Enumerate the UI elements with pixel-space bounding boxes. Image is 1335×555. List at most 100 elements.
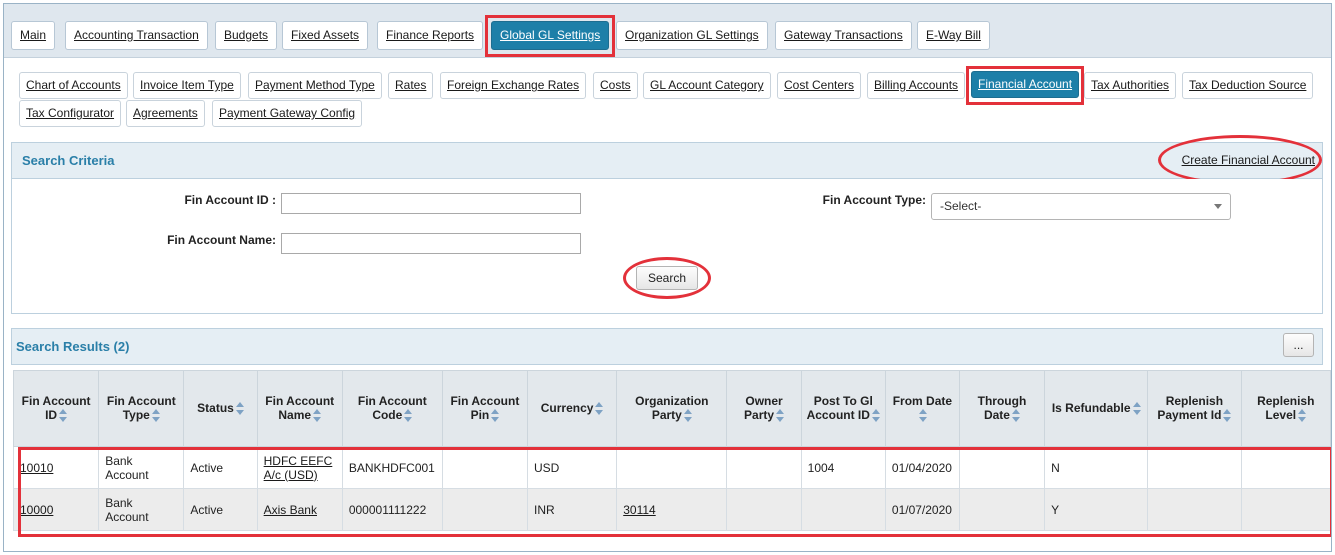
cell-currency: INR — [526, 488, 618, 531]
col-header-from-date[interactable]: From Date — [884, 370, 960, 447]
tab-main[interactable]: Main — [11, 21, 56, 50]
tab-finance-reports[interactable]: Finance Reports — [377, 21, 484, 50]
cell-fin-account-name[interactable]: Axis Bank — [256, 488, 343, 531]
search-results-title: Search Results (2) — [16, 339, 130, 354]
sort-icon[interactable] — [404, 408, 413, 423]
sort-icon[interactable] — [595, 401, 604, 416]
cell-is-refundable: N — [1044, 446, 1149, 489]
subtab-costs[interactable]: Costs — [593, 72, 638, 99]
tab-budgets[interactable]: Budgets — [215, 21, 278, 50]
sort-icon[interactable] — [151, 408, 160, 423]
cell-organization-party[interactable]: 30114 — [616, 488, 728, 531]
col-header-through-date[interactable]: Through Date — [958, 370, 1046, 447]
table-row: 10010 Bank Account Active HDFC EEFC A/c … — [12, 446, 1331, 489]
fin-account-name-input[interactable] — [281, 233, 581, 254]
sort-icon[interactable] — [1298, 408, 1307, 423]
cell-fin-account-id[interactable]: 10000 — [12, 488, 100, 531]
create-financial-account-link[interactable]: Create Financial Account — [1182, 153, 1315, 167]
app-frame: Main Accounting Transaction Budgets Fixe… — [3, 3, 1332, 552]
sort-icon[interactable] — [235, 401, 244, 416]
col-header-currency[interactable]: Currency — [526, 370, 618, 447]
fin-account-id-label: Fin Account ID : — [184, 193, 276, 207]
cell-organization-party — [616, 446, 728, 489]
fin-account-type-select[interactable]: -Select- — [931, 193, 1231, 220]
cell-post-to-gl-account-id — [800, 488, 886, 531]
sort-icon[interactable] — [683, 408, 692, 423]
tab-organization-gl-settings[interactable]: Organization GL Settings — [616, 21, 768, 50]
cell-status: Active — [183, 488, 258, 531]
table-header-row: Fin Account ID Fin Account Type Status F… — [12, 370, 1331, 447]
sort-icon[interactable] — [1223, 408, 1232, 423]
cell-currency: USD — [526, 446, 618, 489]
tab-global-gl-settings[interactable]: Global GL Settings — [491, 21, 610, 50]
tab-accounting-transaction[interactable]: Accounting Transaction — [65, 21, 208, 50]
col-header-fin-account-type[interactable]: Fin Account Type — [98, 370, 185, 447]
cell-through-date — [958, 488, 1046, 531]
main-tab-bar: Main Accounting Transaction Budgets Fixe… — [4, 4, 1331, 58]
cell-fin-account-name[interactable]: HDFC EEFC A/c (USD) — [256, 446, 343, 489]
sort-icon[interactable] — [59, 408, 68, 423]
cell-fin-account-pin — [441, 446, 529, 489]
cell-owner-party — [726, 488, 802, 531]
col-header-is-refundable[interactable]: Is Refundable — [1044, 370, 1149, 447]
sort-icon[interactable] — [491, 408, 500, 423]
subtab-chart-of-accounts[interactable]: Chart of Accounts — [19, 72, 128, 99]
subtab-tax-authorities[interactable]: Tax Authorities — [1084, 72, 1177, 99]
cell-replenish-payment-id — [1147, 488, 1242, 531]
sort-icon[interactable] — [1132, 401, 1141, 416]
subtab-financial-account[interactable]: Financial Account — [971, 71, 1080, 98]
col-header-owner-party[interactable]: Owner Party — [726, 370, 802, 447]
cell-is-refundable: Y — [1044, 488, 1149, 531]
cell-fin-account-code: BANKHDFC001 — [341, 446, 443, 489]
results-table: Fin Account ID Fin Account Type Status F… — [12, 370, 1331, 531]
col-header-status[interactable]: Status — [183, 370, 258, 447]
search-criteria-header: Search Criteria — [11, 142, 1323, 179]
sort-icon[interactable] — [1011, 408, 1020, 423]
col-header-fin-account-pin[interactable]: Fin Account Pin — [441, 370, 529, 447]
sort-icon[interactable] — [313, 408, 322, 423]
subtab-cost-centers[interactable]: Cost Centers — [777, 72, 862, 99]
col-header-replenish-level[interactable]: Replenish Level — [1240, 370, 1331, 447]
col-header-replenish-payment-id[interactable]: Replenish Payment Id — [1147, 370, 1242, 447]
cell-fin-account-code: 000001111222 — [341, 488, 443, 531]
col-header-post-to-gl-account-id[interactable]: Post To Gl Account ID — [800, 370, 886, 447]
col-header-fin-account-name[interactable]: Fin Account Name — [256, 370, 343, 447]
search-criteria-title: Search Criteria — [22, 153, 115, 168]
subtab-billing-accounts[interactable]: Billing Accounts — [867, 72, 966, 99]
cell-through-date — [958, 446, 1046, 489]
subtab-tax-configurator[interactable]: Tax Configurator — [19, 100, 122, 127]
col-header-organization-party[interactable]: Organization Party — [616, 370, 728, 447]
cell-post-to-gl-account-id: 1004 — [800, 446, 886, 489]
fin-account-type-label: Fin Account Type: — [822, 193, 926, 207]
col-header-fin-account-id[interactable]: Fin Account ID — [12, 370, 100, 447]
cell-fin-account-id[interactable]: 10010 — [12, 446, 100, 489]
sort-icon[interactable] — [919, 408, 928, 423]
cell-replenish-level — [1240, 446, 1331, 489]
cell-from-date: 01/04/2020 — [884, 446, 960, 489]
table-row: 10000 Bank Account Active Axis Bank 0000… — [12, 488, 1331, 531]
tab-fixed-assets[interactable]: Fixed Assets — [282, 21, 369, 50]
search-results-header: Search Results (2) — [11, 328, 1323, 365]
subtab-invoice-item-type[interactable]: Invoice Item Type — [133, 72, 241, 99]
subtab-tax-deduction-source[interactable]: Tax Deduction Source — [1182, 72, 1314, 99]
cell-from-date: 01/07/2020 — [884, 488, 960, 531]
search-button[interactable]: Search — [636, 266, 698, 290]
col-header-fin-account-code[interactable]: Fin Account Code — [341, 370, 443, 447]
fin-account-id-input[interactable] — [281, 193, 581, 214]
subtab-rates[interactable]: Rates — [388, 72, 434, 99]
sort-icon[interactable] — [871, 408, 880, 423]
tab-gateway-transactions[interactable]: Gateway Transactions — [775, 21, 912, 50]
tab-e-way-bill[interactable]: E-Way Bill — [917, 21, 990, 50]
subtab-agreements[interactable]: Agreements — [126, 100, 205, 127]
more-options-button[interactable]: ... — [1283, 333, 1314, 357]
fin-account-type-selected: -Select- — [940, 199, 982, 213]
subtab-payment-method-type[interactable]: Payment Method Type — [248, 72, 382, 99]
subtab-foreign-exchange-rates[interactable]: Foreign Exchange Rates — [440, 72, 587, 99]
subtab-payment-gateway-config[interactable]: Payment Gateway Config — [212, 100, 363, 127]
fin-account-name-label: Fin Account Name: — [167, 233, 276, 247]
sort-icon[interactable] — [776, 408, 785, 423]
cell-fin-account-type: Bank Account — [98, 488, 185, 531]
cell-fin-account-pin — [441, 488, 529, 531]
chevron-down-icon — [1214, 204, 1222, 209]
subtab-gl-account-category[interactable]: GL Account Category — [643, 72, 771, 99]
